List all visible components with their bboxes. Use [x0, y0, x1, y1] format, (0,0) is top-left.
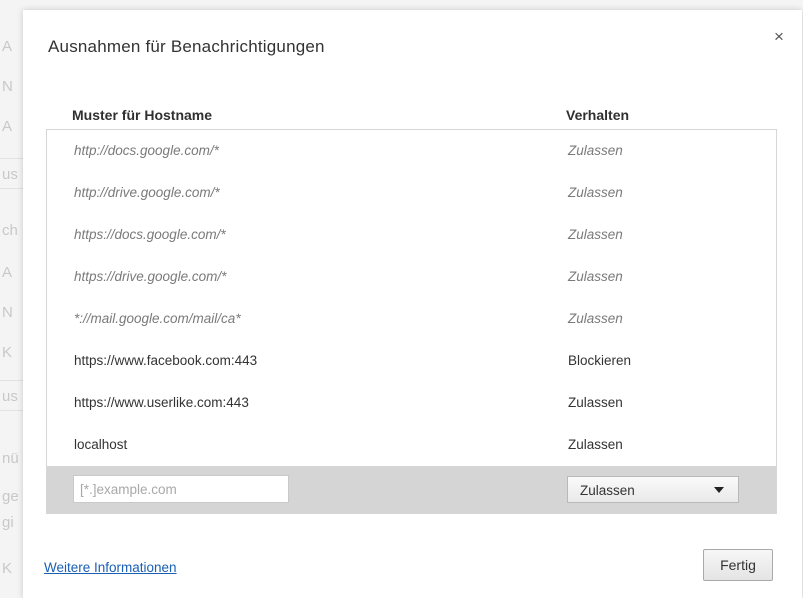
more-info-link[interactable]: Weitere Informationen	[44, 560, 177, 575]
exception-row[interactable]: localhost Zulassen	[47, 424, 776, 465]
exceptions-list: http://docs.google.com/* Zulassen http:/…	[46, 129, 777, 514]
background-text: ch	[2, 222, 18, 239]
done-button[interactable]: Fertig	[703, 549, 773, 581]
exception-behavior: Zulassen	[568, 437, 623, 452]
column-header-behavior: Verhalten	[566, 107, 630, 123]
exception-pattern: https://docs.google.com/*	[74, 227, 226, 242]
background-text: A	[2, 38, 13, 55]
exception-pattern: https://www.facebook.com:443	[74, 353, 258, 368]
exception-pattern: http://drive.google.com/*	[74, 185, 220, 200]
new-exception-row: Zulassen	[47, 466, 776, 513]
behavior-select[interactable]: Zulassen	[567, 476, 739, 503]
background-text: K	[2, 344, 13, 361]
background-text: N	[2, 78, 13, 95]
background-text: us	[2, 166, 18, 183]
exception-behavior: Zulassen	[568, 395, 623, 410]
exception-row[interactable]: *://mail.google.com/mail/ca* Zulassen	[47, 298, 776, 339]
exception-pattern: https://drive.google.com/*	[74, 269, 227, 284]
behavior-select-value: Zulassen	[580, 483, 635, 498]
exception-pattern: localhost	[74, 437, 128, 452]
background-text: ge	[2, 488, 19, 505]
close-icon[interactable]: ×	[771, 28, 787, 45]
background-text: nü	[2, 450, 19, 467]
exception-behavior: Zulassen	[568, 185, 623, 200]
exception-row[interactable]: https://www.userlike.com:443 Zulassen	[47, 382, 776, 423]
exception-pattern: http://docs.google.com/*	[74, 143, 219, 158]
background-text: A	[2, 118, 13, 135]
exception-behavior: Blockieren	[568, 353, 632, 368]
background-text: gi	[2, 514, 14, 531]
exception-row[interactable]: http://drive.google.com/* Zulassen	[47, 172, 776, 213]
exception-behavior: Zulassen	[568, 143, 623, 158]
exception-row[interactable]: https://www.facebook.com:443 Blockieren	[47, 340, 776, 381]
background-text: A	[2, 264, 13, 281]
exception-row[interactable]: https://drive.google.com/* Zulassen	[47, 256, 776, 297]
notification-exceptions-dialog: Ausnahmen für Benachrichtigungen × Muste…	[23, 10, 802, 598]
hostname-pattern-input[interactable]	[73, 475, 289, 503]
exception-pattern: https://www.userlike.com:443	[74, 395, 249, 410]
exception-behavior: Zulassen	[568, 311, 623, 326]
column-header-hostname-pattern: Muster für Hostname	[72, 107, 213, 123]
exception-behavior: Zulassen	[568, 227, 623, 242]
dialog-title: Ausnahmen für Benachrichtigungen	[48, 37, 325, 56]
exception-row[interactable]: http://docs.google.com/* Zulassen	[47, 130, 776, 171]
background-text: us	[2, 388, 18, 405]
exceptions-list-header: Muster für Hostname Verhalten	[23, 107, 802, 127]
background-text: N	[2, 304, 13, 321]
exception-row[interactable]: https://docs.google.com/* Zulassen	[47, 214, 776, 255]
background-text: K	[2, 560, 13, 577]
exception-pattern: *://mail.google.com/mail/ca*	[74, 311, 241, 326]
chevron-down-icon	[714, 487, 724, 493]
exception-behavior: Zulassen	[568, 269, 623, 284]
